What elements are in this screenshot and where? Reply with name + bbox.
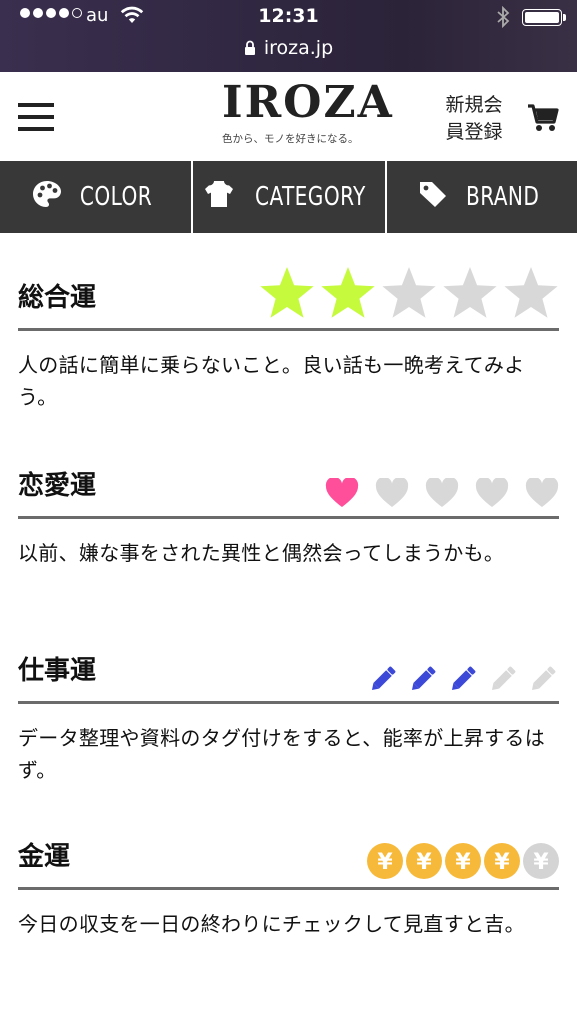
heart-rating bbox=[325, 478, 559, 508]
section-text: 今日の収支を一日の終わりにチェックして見直すと吉。 bbox=[18, 912, 525, 936]
section-title: 仕事運 bbox=[18, 656, 97, 686]
battery-icon bbox=[522, 9, 566, 26]
tag-icon bbox=[418, 180, 448, 215]
star-rating bbox=[259, 266, 559, 320]
lock-icon bbox=[244, 38, 256, 60]
nav-category-label: CATEGORY bbox=[254, 182, 366, 212]
tshirt-icon bbox=[204, 180, 234, 215]
fortune-section-overall: 総合運 人の話に簡単に乗らないこと。良い話も一晩考えてみよう。 bbox=[18, 267, 559, 413]
heart-icon bbox=[325, 478, 359, 508]
heart-icon bbox=[425, 478, 459, 508]
section-title: 恋愛運 bbox=[18, 471, 97, 501]
menu-icon[interactable] bbox=[18, 103, 54, 131]
nav-color-button[interactable]: COLOR bbox=[0, 161, 191, 233]
pencil-icon bbox=[409, 663, 439, 693]
url-text: iroza.jp bbox=[263, 37, 334, 59]
register-label-line1: 新規会 bbox=[445, 94, 503, 116]
yen-coin-icon: ¥ bbox=[406, 843, 442, 879]
fortune-section-work: 仕事運 データ整理や資料のタグ付けをすると、能率が上昇するはず。 bbox=[18, 651, 559, 786]
site-header: IROZA 色から、モノを好きになる。 新規会 員登録 bbox=[0, 72, 577, 161]
yen-coin-icon: ¥ bbox=[445, 843, 481, 879]
section-text: データ整理や資料のタグ付けをすると、能率が上昇するはず。 bbox=[18, 726, 545, 782]
bluetooth-icon bbox=[496, 5, 510, 32]
logo-text: IROZA bbox=[222, 77, 394, 128]
star-icon bbox=[259, 266, 315, 320]
star-icon bbox=[503, 266, 559, 320]
fortune-section-love: 恋愛運 以前、嫌な事をされた異性と偶然会ってしまうかも。 bbox=[18, 466, 559, 569]
nav-brand-button[interactable]: BRAND bbox=[387, 161, 577, 233]
palette-icon bbox=[32, 180, 62, 215]
section-title: 金運 bbox=[18, 842, 71, 872]
section-title: 総合運 bbox=[18, 283, 97, 313]
logo-tagline: 色から、モノを好きになる。 bbox=[222, 133, 359, 145]
heart-icon bbox=[525, 478, 559, 508]
coin-rating: ¥ ¥ ¥ ¥ ¥ bbox=[367, 843, 559, 879]
section-text: 人の話に簡単に乗らないこと。良い話も一晩考えてみよう。 bbox=[18, 353, 525, 409]
star-icon bbox=[442, 266, 498, 320]
yen-coin-icon: ¥ bbox=[484, 843, 520, 879]
section-text: 以前、嫌な事をされた異性と偶然会ってしまうかも。 bbox=[18, 541, 505, 565]
nav-color-label: COLOR bbox=[80, 182, 153, 212]
cart-icon[interactable] bbox=[527, 103, 559, 137]
fortune-section-money: 金運 ¥ ¥ ¥ ¥ ¥ 今日の収支を一日の終わりにチェックして見直すと吉。 bbox=[18, 837, 559, 940]
yen-coin-icon: ¥ bbox=[367, 843, 403, 879]
svg-text:¥: ¥ bbox=[533, 850, 549, 875]
svg-text:¥: ¥ bbox=[494, 850, 510, 875]
pencil-icon bbox=[529, 663, 559, 693]
yen-coin-icon: ¥ bbox=[523, 843, 559, 879]
site-logo[interactable]: IROZA 色から、モノを好きになる。 bbox=[222, 77, 394, 146]
star-icon bbox=[320, 266, 376, 320]
pencil-icon bbox=[449, 663, 479, 693]
pencil-rating bbox=[369, 663, 559, 693]
star-icon bbox=[381, 266, 437, 320]
pencil-icon bbox=[369, 663, 399, 693]
section-header: 金運 ¥ ¥ ¥ ¥ ¥ bbox=[18, 837, 559, 890]
status-bar: au 12:31 iroza.jp bbox=[0, 0, 577, 72]
pencil-icon bbox=[489, 663, 519, 693]
category-nav: COLOR CATEGORY BRAND bbox=[0, 161, 577, 233]
heart-icon bbox=[375, 478, 409, 508]
register-link[interactable]: 新規会 員登録 bbox=[438, 92, 510, 146]
section-header: 恋愛運 bbox=[18, 466, 559, 519]
clock: 12:31 bbox=[258, 5, 319, 27]
address-bar[interactable]: iroza.jp bbox=[0, 37, 577, 60]
section-header: 総合運 bbox=[18, 267, 559, 331]
nav-category-button[interactable]: CATEGORY bbox=[193, 161, 385, 233]
section-header: 仕事運 bbox=[18, 651, 559, 704]
heart-icon bbox=[475, 478, 509, 508]
nav-brand-label: BRAND bbox=[466, 182, 540, 212]
svg-text:¥: ¥ bbox=[416, 850, 432, 875]
svg-text:¥: ¥ bbox=[455, 850, 471, 875]
svg-text:¥: ¥ bbox=[377, 850, 393, 875]
register-label-line2: 員登録 bbox=[445, 121, 503, 143]
